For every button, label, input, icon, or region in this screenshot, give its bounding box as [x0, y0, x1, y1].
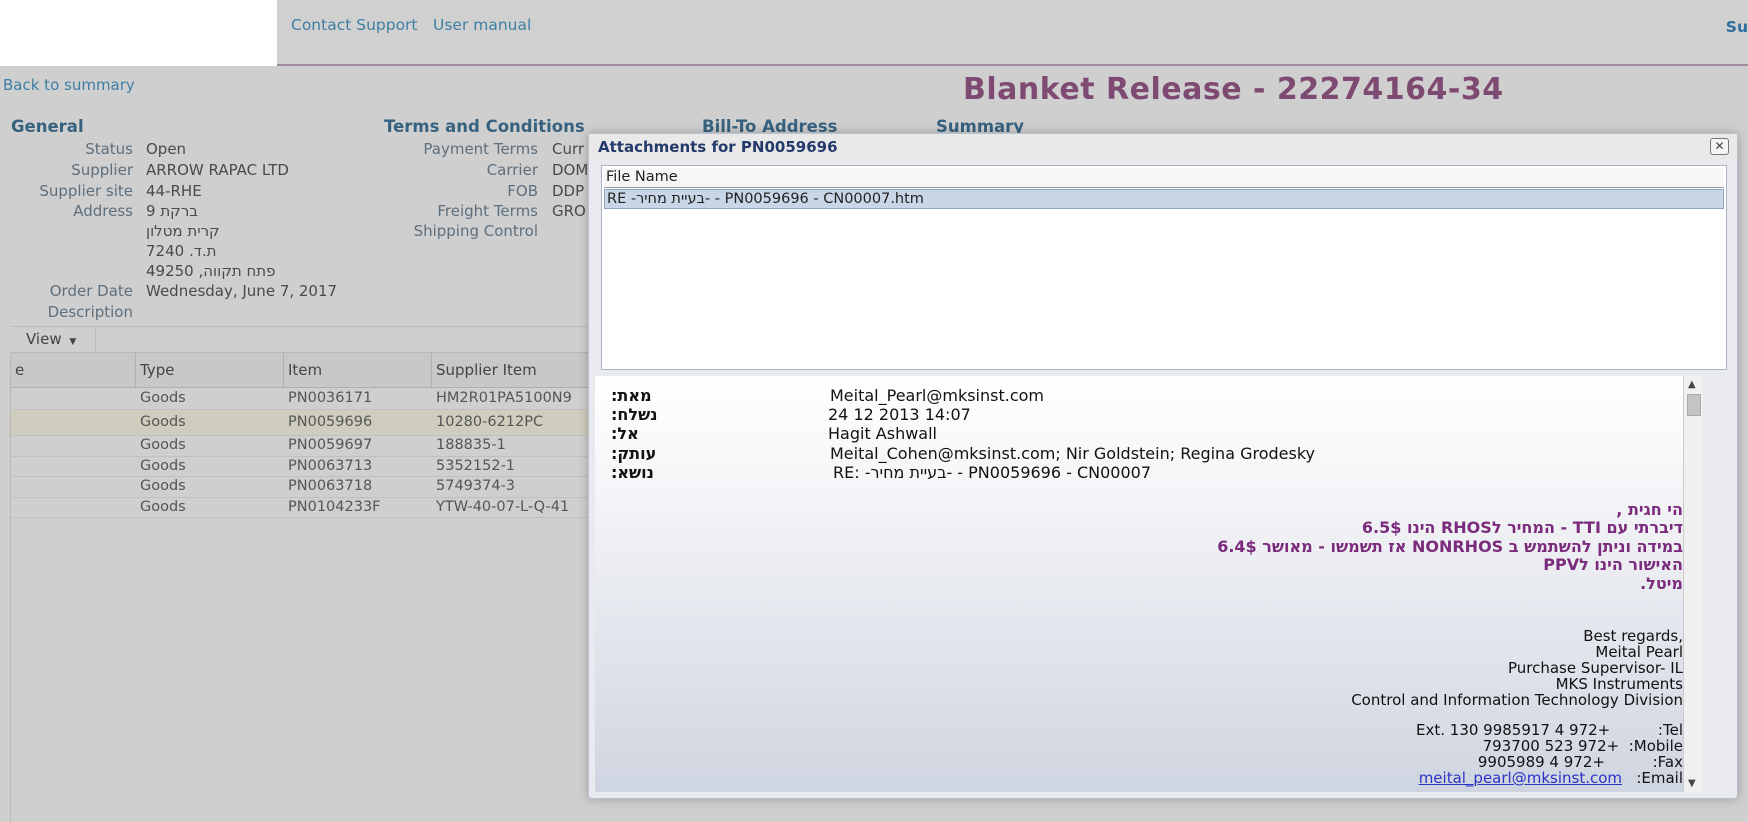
table-row-selected[interactable]: Goods PN0059696 10280-6212PC [11, 410, 591, 436]
carrier-label: Carrier [486, 161, 538, 179]
dialog-title: Attachments for PN0059696 [598, 138, 838, 156]
supplier-value: ARROW RAPAC LTD [146, 161, 289, 179]
body-line: דיברתי עם TTI - המחיר לRHOS הינו 6.5$ [1361, 518, 1683, 537]
table-row[interactable]: Goods PN0036171 HM2R01PA5100N9 [11, 389, 591, 410]
signature-line: Control and Information Technology Divis… [1351, 691, 1683, 709]
cell-type: Goods [140, 458, 186, 474]
sent-value: 24 12 2013 14:07 [828, 405, 971, 424]
email-label: :Email [1622, 769, 1683, 787]
cell-item: PN0059696 [288, 414, 373, 430]
status-label: Status [85, 140, 133, 158]
freight-terms-label: Freight Terms [437, 202, 538, 220]
scroll-down-icon[interactable]: ▼ [1688, 778, 1696, 789]
payment-terms-label: Payment Terms [423, 140, 538, 158]
scrollbar-thumb[interactable] [1687, 394, 1701, 416]
freight-terms-value: GRO [552, 202, 586, 220]
supplier-site-label: Supplier site [39, 182, 133, 200]
body-line: במידה וניתן להשתמש ב NONRHOS אז תשמשו - … [1217, 537, 1683, 556]
top-header: Contact Support User manual Su [277, 0, 1748, 66]
table-header: e Type Item Supplier Item [11, 352, 592, 389]
address-line: קרית מטלון [146, 222, 220, 240]
contact-support-link[interactable]: Contact Support [291, 16, 418, 34]
address-label: Address [73, 202, 133, 220]
user-manual-link[interactable]: User manual [433, 16, 531, 34]
caret-down-icon: ▼ [69, 337, 77, 347]
column-header-supplier-item[interactable]: Supplier Item [432, 353, 592, 389]
cell-item: PN0063718 [288, 478, 373, 494]
shipping-control-label: Shipping Control [413, 222, 538, 240]
cell-type: Goods [140, 437, 186, 453]
body-line: הי חגית , [1616, 500, 1683, 519]
dialog-titlebar[interactable]: Attachments for PN0059696 ✕ [589, 134, 1737, 159]
column-header-type[interactable]: Type [136, 353, 284, 389]
cell-supplier-item: 5749374-3 [436, 478, 516, 494]
supplier-label: Supplier [71, 161, 133, 179]
sent-label: נשלח: [611, 405, 658, 424]
address-line: פתח תקווה, 49250 [146, 262, 276, 280]
from-value: Meital_Pearl@mksinst.com [830, 386, 1045, 405]
column-header-item[interactable]: Item [284, 353, 432, 389]
order-date-value: Wednesday, June 7, 2017 [146, 282, 338, 300]
cell-item: PN0063713 [288, 458, 373, 474]
cell-type: Goods [140, 499, 186, 515]
order-date-label: Order Date [49, 282, 133, 300]
attachments-dialog: Attachments for PN0059696 ✕ File Name RE… [588, 133, 1738, 799]
body-line: האישור הינו לPPV [1543, 555, 1683, 574]
description-label: Description [47, 303, 133, 321]
back-to-summary-link[interactable]: Back to summary [3, 76, 135, 94]
cell-item: PN0059697 [288, 437, 373, 453]
fob-label: FOB [507, 182, 538, 200]
view-label: View [26, 330, 62, 348]
to-label: אל: [611, 424, 639, 443]
email-preview: מאת: Meital_Pearl@mksinst.com נשלח: 24 1… [595, 376, 1703, 792]
carrier-value: DOM [552, 161, 589, 179]
table-row[interactable]: Goods PN0063718 5749374-3 [11, 477, 591, 498]
file-name-column-header[interactable]: File Name [604, 168, 1724, 188]
cell-type: Goods [140, 414, 186, 430]
cell-supplier-item: HM2R01PA5100N9 [436, 390, 572, 406]
table-row[interactable]: Goods PN0059697 188835-1 [11, 436, 591, 457]
address-line: ת.ד. 7240 [146, 242, 217, 260]
close-icon[interactable]: ✕ [1710, 138, 1729, 155]
to-value: Hagit Ashwall [828, 424, 937, 443]
view-menu-button[interactable]: View ▼ [10, 327, 96, 353]
table-row[interactable]: Goods PN0104233F YTW-40-07-L-Q-41 [11, 498, 591, 518]
logo-area [0, 0, 277, 66]
attachments-file-list: File Name RE -בעיית מחיר- - PN0059696 - … [601, 165, 1727, 370]
section-general: General [11, 117, 84, 136]
cell-supplier-item: 188835-1 [436, 437, 506, 453]
supplier-site-value: 44-RHE [146, 182, 202, 200]
cell-type: Goods [140, 478, 186, 494]
page-title: Blanket Release - 22274164-34 [963, 72, 1504, 107]
cell-supplier-item: 10280-6212PC [436, 414, 544, 430]
cell-item: PN0104233F [288, 499, 381, 515]
cc-value: Meital_Cohen@mksinst.com; Nir Goldstein;… [830, 444, 1315, 463]
cc-label: עותק: [611, 444, 657, 463]
header-right-link[interactable]: Su [1726, 18, 1748, 36]
view-toolbar: View ▼ [10, 326, 590, 353]
section-terms: Terms and Conditions [384, 117, 585, 136]
preview-scrollbar[interactable]: ▲ ▼ [1683, 376, 1703, 792]
from-label: מאת: [611, 386, 652, 405]
column-header[interactable]: e [11, 353, 136, 389]
email-line: meital_pearl@mksinst.com :Email [1419, 769, 1683, 787]
scroll-up-icon[interactable]: ▲ [1688, 379, 1696, 390]
email-link[interactable]: meital_pearl@mksinst.com [1419, 769, 1622, 787]
subject-value: RE: -בעיית מחיר- - PN0059696 - CN00007 [833, 463, 1152, 482]
cell-item: PN0036171 [288, 390, 373, 406]
cell-supplier-item: 5352152-1 [436, 458, 516, 474]
fob-value: DDP [552, 182, 585, 200]
subject-label: נושא: [611, 463, 654, 482]
cell-type: Goods [140, 390, 186, 406]
body-line: מיטל. [1640, 574, 1683, 593]
cell-supplier-item: YTW-40-07-L-Q-41 [436, 499, 570, 515]
table-row[interactable]: Goods PN0063713 5352152-1 [11, 457, 591, 477]
payment-terms-value: Curr [552, 140, 585, 158]
attachment-row[interactable]: RE -בעיית מחיר- - PN0059696 - CN00007.ht… [604, 189, 1724, 209]
status-value: Open [146, 140, 187, 158]
lines-table: e Type Item Supplier Item Goods PN003617… [10, 352, 592, 822]
address-line: ברקת 9 [146, 202, 198, 220]
